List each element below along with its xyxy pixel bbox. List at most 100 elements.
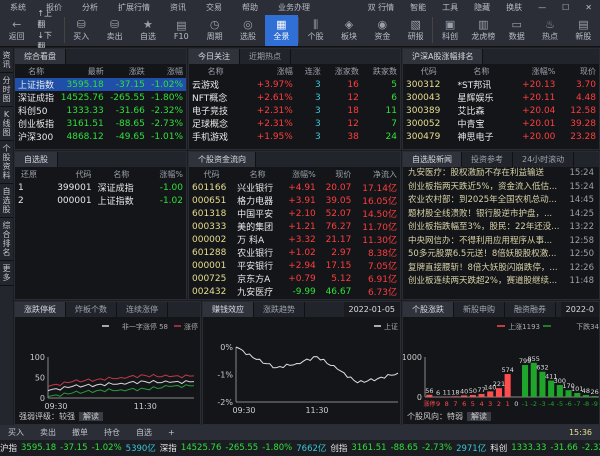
column-header[interactable]: 最新	[57, 64, 106, 78]
toolbar-button-周期[interactable]: ◷ 周期	[198, 15, 231, 46]
menu-item[interactable]: 系统	[0, 2, 36, 13]
column-header[interactable]: 名称	[455, 64, 509, 78]
tab-炸板个数[interactable]: 炸板个数	[66, 302, 117, 317]
tab-连续涨停[interactable]: 连续涨停	[117, 302, 168, 317]
column-header[interactable]: 名称	[189, 64, 242, 78]
toolbar-button-资金[interactable]: ◉ 资金	[366, 15, 399, 46]
table-row[interactable]: 000001 平安银行 +2.94 17.15 7.05亿	[189, 259, 400, 273]
toolbar-button-全景[interactable]: ▦ 全景	[264, 14, 298, 46]
table-row[interactable]: 601288 农业银行 +1.02 2.97 8.38亿	[189, 246, 400, 260]
trade-button-持仓[interactable]: 持仓	[96, 427, 128, 438]
tab-赚钱效应[interactable]: 赚钱效应	[203, 302, 254, 317]
menu-item[interactable]: 资讯	[160, 2, 196, 13]
toolbar-button-板块[interactable]: ◈ 板块	[332, 15, 365, 46]
menu-right-item[interactable]: 工具	[434, 2, 466, 13]
table-row[interactable]: 000725 京东方A +0.79 5.12 6.91亿	[189, 272, 400, 286]
table-row[interactable]: 300479 神思电子 +20.00 23.28	[403, 130, 599, 144]
tab-个股涨跌[interactable]: 个股涨跌	[403, 302, 454, 317]
table-row[interactable]: NFT概念 +2.61% 3 12 6	[189, 91, 400, 105]
table-row[interactable]: 000651 格力电器 +3.91 39.05 16.05亿	[189, 194, 400, 208]
column-header[interactable]: 涨幅%	[508, 64, 558, 78]
side-tab-个股资料[interactable]: 个股资料	[0, 141, 13, 184]
ticker-name[interactable]: 创指	[330, 442, 347, 454]
column-header[interactable]: 代码	[43, 167, 95, 181]
column-header[interactable]: 还原	[15, 167, 43, 181]
back-button[interactable]: ← 返回	[0, 15, 33, 46]
tab-投资参考[interactable]: 投资参考	[462, 152, 513, 167]
column-header[interactable]: 名称	[15, 64, 57, 78]
table-row[interactable]: 300389 艾比森 +20.04 12.58	[403, 104, 599, 118]
table-row[interactable]: 601166 兴业银行 +4.91 20.07 17.14亿	[189, 181, 400, 195]
toolbar-button-热点[interactable]: ♨ 热点	[533, 15, 566, 46]
toolbar-button-新股[interactable]: ▤ 新股	[567, 15, 600, 46]
news-item[interactable]: 50多元股票6.5元送！8倍妖股股权激... 12:50	[403, 248, 599, 262]
tab-新股申购[interactable]: 新股申购	[454, 302, 505, 317]
table-row[interactable]: 000333 美的集团 +1.21 76.27 11.70亿	[189, 220, 400, 234]
side-tab-自选股[interactable]: 自选股	[0, 184, 13, 218]
menu-item[interactable]: 帮助	[232, 2, 268, 13]
tab-24小时滚动[interactable]: 24小时滚动	[513, 152, 575, 167]
column-header[interactable]: 名称	[234, 167, 281, 181]
column-header[interactable]: 净流入	[354, 167, 400, 181]
table-row[interactable]: 1 399001 深证成指 -1.00	[15, 181, 186, 195]
side-tab-资讯[interactable]: 资讯	[0, 48, 13, 73]
toolbar-button-龙虎榜[interactable]: ▥ 龙虎榜	[467, 15, 500, 46]
column-header[interactable]: 连涨	[296, 64, 324, 78]
menu-right-item[interactable]: 智能	[402, 2, 434, 13]
tab-rank[interactable]: 沪深A股涨幅排名	[403, 49, 484, 64]
toolbar-button-选股[interactable]: ◎ 选股	[231, 15, 264, 46]
tab-近期热点[interactable]: 近期热点	[240, 49, 291, 64]
trade-button-买入[interactable]: 买入	[0, 427, 32, 438]
column-header[interactable]: 涨家数	[324, 64, 362, 78]
interpret-button[interactable]: 解读	[79, 412, 103, 421]
table-row[interactable]: 沪深300 4868.12 -49.65 -1.01%	[15, 130, 186, 144]
news-item[interactable]: 农业农村部：到2025年全国农机总动... 14:45	[403, 194, 599, 208]
toolbar-button-买入[interactable]: ⛁ 买入	[65, 15, 98, 46]
table-row[interactable]: 足球概念 +2.31% 3 12 7	[189, 117, 400, 131]
column-header[interactable]: 涨幅%	[281, 167, 319, 181]
side-tab-K线图[interactable]: K线图	[0, 107, 13, 141]
table-row[interactable]: 601318 中国平安 +2.10 52.07 14.50亿	[189, 207, 400, 221]
ticker-name[interactable]: 沪指	[0, 442, 17, 454]
column-header[interactable]: 代码	[403, 64, 455, 78]
toolbar-button-个股[interactable]: ⫼ 个股	[299, 15, 332, 46]
tab-融资融券[interactable]: 融资融券	[505, 302, 556, 317]
toolbar-button-研报[interactable]: ▧ 研报	[399, 15, 432, 46]
news-item[interactable]: 中央网信办：不得利用应用程序从事... 12:58	[403, 235, 599, 249]
news-item[interactable]: 创业板连续两天跌超2%，赛道股继续... 11:48	[403, 275, 599, 289]
page-up-button[interactable]: ↑上翻	[37, 8, 59, 30]
minimize-icon[interactable]: —	[530, 3, 554, 12]
news-item[interactable]: 复牌直接腰斩！8倍大妖股闪崩跌停，... 12:26	[403, 262, 599, 276]
table-row[interactable]: 300052 中青宝 +20.01 39.28	[403, 117, 599, 131]
tab-自选股新闻[interactable]: 自选股新闻	[403, 152, 462, 167]
table-row[interactable]: 000002 万 科A +3.32 21.17 11.30亿	[189, 233, 400, 247]
interpret-button[interactable]: 解读	[467, 412, 491, 421]
table-row[interactable]: 2 000001 上证指数 -1.02	[15, 194, 186, 208]
column-header[interactable]: 名称	[95, 167, 149, 181]
column-header[interactable]: 涨幅	[242, 64, 296, 78]
menu-right-item[interactable]: 换肤	[498, 2, 530, 13]
table-row[interactable]: 上证指数 3595.18 -37.15 -1.02%	[15, 78, 186, 91]
tab-涨跌停板[interactable]: 涨跌停板	[15, 302, 66, 317]
table-row[interactable]: 300043 星辉娱乐 +20.11 4.48	[403, 91, 599, 105]
trade-button-自选[interactable]: 自选	[128, 427, 160, 438]
table-row[interactable]: 002432 九安医疗 -9.99 46.67 6.73亿	[189, 285, 400, 299]
maximize-icon[interactable]: ☐	[554, 3, 577, 12]
tab-overview[interactable]: 综合看盘	[15, 49, 66, 64]
table-row[interactable]: 手机游戏 +1.95% 3 38 24	[189, 130, 400, 144]
column-header[interactable]: 涨幅	[148, 64, 186, 78]
toolbar-button-数据[interactable]: ▭ 数据	[500, 15, 533, 46]
table-row[interactable]: 创业板指 3161.51 -88.65 -2.73%	[15, 117, 186, 131]
toolbar-button-F10[interactable]: ▤ F10	[165, 15, 198, 46]
toolbar-button-卖出[interactable]: ⛁ 卖出	[98, 15, 131, 46]
side-tab-综合排名[interactable]: 综合排名	[0, 218, 13, 261]
table-row[interactable]: 云游戏 +3.97% 3 16 5	[189, 78, 400, 92]
news-item[interactable]: 创业板指两天跌近5%，资金流入低估... 15:24	[403, 181, 599, 195]
column-header[interactable]: 涨跌	[107, 64, 148, 78]
news-item[interactable]: 题材股全线溃败！银行股逆市护盘，... 14:25	[403, 208, 599, 222]
news-item[interactable]: 创业板指跌幅至3%，股民：22年还没... 13:22	[403, 221, 599, 235]
table-row[interactable]: 深证成指 14525.76 -265.55 -1.80%	[15, 91, 186, 105]
trade-button-+[interactable]: +	[160, 428, 183, 437]
table-row[interactable]: 300312 *ST邦讯 +20.13 3.70	[403, 78, 599, 92]
ticker-name[interactable]: 深指	[160, 442, 177, 454]
